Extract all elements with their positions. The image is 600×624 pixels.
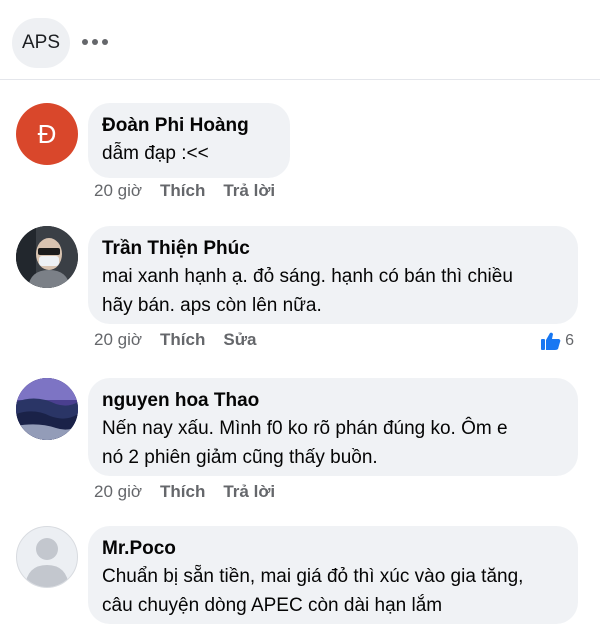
comment-text: mai xanh hạnh ạ. đỏ sáng. hạnh có bán th… [102,266,513,316]
reply-button[interactable]: Trả lời [223,181,275,201]
reply-button[interactable]: Trả lời [223,482,275,502]
group-chip[interactable]: APS [12,18,70,68]
avatar[interactable] [16,526,78,588]
comment-time[interactable]: 20 giờ [94,330,142,350]
reaction-count: 6 [565,332,574,349]
comment-text: Nến nay xấu. Mình f0 ko rõ phán đúng ko.… [102,418,508,468]
person-photo-icon [16,226,78,288]
top-bar: APS [0,0,600,80]
more-options-icon[interactable] [82,32,110,52]
default-avatar-icon [25,538,69,587]
comment-text: dẫm đạp :<< [102,143,209,164]
comment-actions: 20 giờ Thích Trả lời [94,181,275,201]
like-button[interactable]: Thích [160,330,205,350]
comment-author[interactable]: Mr.Poco [102,536,564,562]
comment-author[interactable]: Trần Thiện Phúc [102,236,564,262]
avatar[interactable] [16,378,78,440]
comment-bubble: Trần Thiện Phúc mai xanh hạnh ạ. đỏ sáng… [88,226,578,324]
comment-author[interactable]: nguyen hoa Thao [102,388,564,414]
comment-time[interactable]: 20 giờ [94,181,142,201]
comment-text: Chuẩn bị sẵn tiền, mai giá đỏ thì xúc và… [102,566,524,616]
reaction-summary[interactable]: 6 [541,332,574,350]
like-button[interactable]: Thích [160,482,205,502]
comment-bubble: nguyen hoa Thao Nến nay xấu. Mình f0 ko … [88,378,578,476]
comment-bubble: Đoàn Phi Hoàng dẫm đạp :<< [88,103,290,178]
avatar[interactable]: Đ [16,103,78,165]
thumbs-up-icon [541,332,561,350]
like-button[interactable]: Thích [160,181,205,201]
comment-bubble: Mr.Poco Chuẩn bị sẵn tiền, mai giá đỏ th… [88,526,578,624]
comment-actions: 20 giờ Thích Trả lời [94,482,275,502]
comment-author[interactable]: Đoàn Phi Hoàng [102,113,276,139]
avatar-letter: Đ [37,118,57,149]
edit-button[interactable]: Sửa [223,330,256,350]
comment-actions: 20 giờ Thích Sửa [94,330,256,350]
avatar[interactable] [16,226,78,288]
comment-time[interactable]: 20 giờ [94,482,142,502]
landscape-photo-icon [16,378,78,440]
